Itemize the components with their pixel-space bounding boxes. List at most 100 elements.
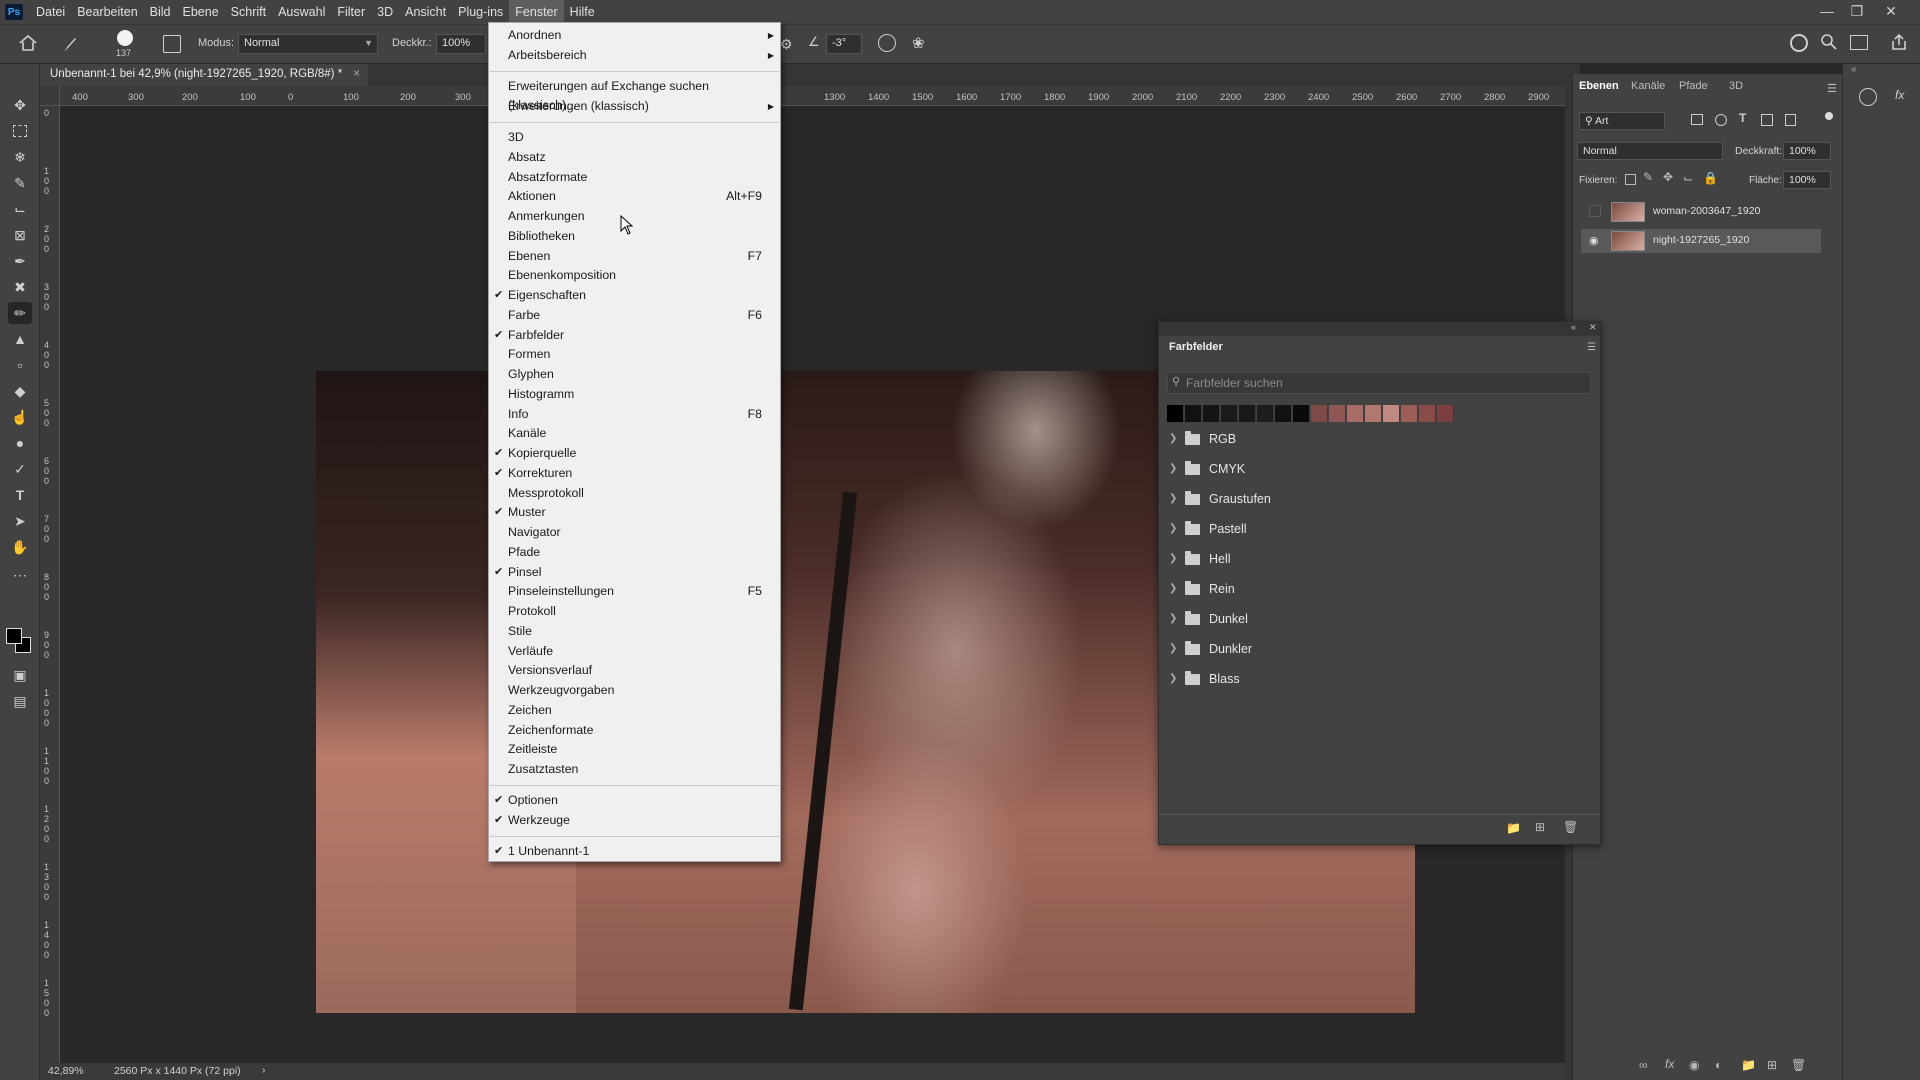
menu-auswahl[interactable]: Auswahl — [272, 0, 331, 24]
screen-mode-icon[interactable]: ▤ — [8, 690, 32, 712]
menu-item-protokoll[interactable]: Protokoll — [489, 602, 780, 621]
menu-item-absatzformate[interactable]: Absatzformate — [489, 168, 780, 187]
swatch-folder-pastell[interactable]: ❯ Pastell — [1165, 515, 1580, 545]
menu-item-korrekturen[interactable]: ✔ Korrekturen — [489, 464, 780, 483]
tab-ebenen[interactable]: Ebenen — [1579, 80, 1619, 92]
chevron-right-icon[interactable]: ❯ — [1169, 673, 1177, 684]
account-icon[interactable] — [1790, 34, 1808, 52]
quick-selection-tool-icon[interactable]: ✎ — [8, 172, 32, 194]
menu-item-zusatztasten[interactable]: Zusatztasten — [489, 760, 780, 779]
home-icon[interactable] — [18, 34, 38, 52]
pen-tool-icon[interactable]: ✓ — [8, 458, 32, 480]
tab-3d[interactable]: 3D — [1729, 80, 1743, 92]
menu-item-bibliotheken[interactable]: Bibliotheken — [489, 227, 780, 246]
menu-item-arbeitsbereich[interactable]: Arbeitsbereich ▶ — [489, 46, 780, 65]
swatches-search-input[interactable] — [1186, 375, 1584, 391]
color-swatch[interactable] — [1293, 405, 1310, 422]
menu-item-erweiterungen-auf-exchange-suchen-klassisch[interactable]: Erweiterungen auf Exchange suchen (klass… — [489, 77, 780, 112]
color-swatch[interactable] — [1401, 405, 1418, 422]
menu-item-verläufe[interactable]: Verläufe — [489, 642, 780, 661]
eraser-tool-icon[interactable]: ▫ — [8, 354, 32, 376]
filter-smartobject-icon[interactable] — [1785, 114, 1796, 126]
color-swatch[interactable] — [1185, 405, 1202, 422]
chevron-right-icon[interactable]: ❯ — [1169, 523, 1177, 534]
menu-item-messprotokoll[interactable]: Messprotokoll — [489, 484, 780, 503]
menu-item-glyphen[interactable]: Glyphen — [489, 365, 780, 384]
lasso-tool-icon[interactable]: ❄ — [8, 146, 32, 168]
swatch-folder-dunkel[interactable]: ❯ Dunkel — [1165, 605, 1580, 635]
menu-item-kanäle[interactable]: Kanäle — [489, 424, 780, 443]
menu-hilfe[interactable]: Hilfe — [564, 0, 601, 24]
search-icon[interactable] — [1820, 33, 1838, 54]
delete-layer-icon[interactable]: 🗑 — [1791, 1058, 1806, 1072]
lock-position-icon[interactable]: ✥ — [1663, 170, 1673, 184]
hand-tool-icon[interactable]: ✋ — [8, 536, 32, 558]
clone-stamp-tool-icon[interactable]: ▲ — [8, 328, 32, 350]
menu-item-versionsverlauf[interactable]: Versionsverlauf — [489, 661, 780, 680]
lock-artboard-icon[interactable]: ⌙ — [1683, 171, 1693, 185]
color-swatch[interactable] — [1167, 405, 1184, 422]
layer-row[interactable]: woman-2003647_1920 — [1581, 200, 1821, 224]
close-icon[interactable]: ✕ — [1589, 322, 1597, 333]
brush-tool-icon[interactable]: ✏ — [8, 302, 32, 324]
filter-type-icon[interactable]: T — [1739, 111, 1746, 125]
move-tool-icon[interactable]: ✥ — [8, 94, 32, 116]
brush-settings-icon[interactable] — [163, 35, 181, 53]
color-swatch[interactable] — [1221, 405, 1238, 422]
paint-bucket-tool-icon[interactable]: ◆ — [8, 380, 32, 402]
menu-item-zeichenformate[interactable]: Zeichenformate — [489, 721, 780, 740]
smudge-tool-icon[interactable]: ☝ — [8, 406, 32, 428]
chevron-right-icon[interactable]: ❯ — [1169, 583, 1177, 594]
swatch-folder-graustufen[interactable]: ❯ Graustufen — [1165, 485, 1580, 515]
menu-ansicht[interactable]: Ansicht — [399, 0, 452, 24]
menu-item-anordnen[interactable]: Anordnen ▶ — [489, 26, 780, 45]
airbrush-icon[interactable]: ⚙ — [780, 36, 796, 52]
lock-transparent-icon[interactable] — [1625, 174, 1636, 185]
menu-item-1-unbenannt-1[interactable]: ✔ 1 Unbenannt-1 — [489, 842, 780, 861]
color-swatch[interactable] — [1383, 405, 1400, 422]
marquee-tool-icon[interactable] — [8, 120, 32, 142]
visibility-eye-icon[interactable]: ◉ — [1589, 234, 1603, 247]
opacity-input[interactable]: 100% — [1783, 142, 1831, 160]
menu-item-muster[interactable]: ✔ Muster — [489, 503, 780, 522]
menu-item-pinsel[interactable]: ✔ Pinsel — [489, 563, 780, 582]
properties-icon[interactable] — [1859, 88, 1877, 106]
lock-pixels-icon[interactable]: ✎ — [1643, 170, 1653, 184]
pressure-opacity-icon[interactable] — [878, 34, 896, 52]
new-group-icon[interactable]: 📁 — [1741, 1058, 1756, 1072]
menu-item-optionen[interactable]: ✔ Optionen — [489, 791, 780, 810]
menu-datei[interactable]: Datei — [30, 0, 71, 24]
color-swatch[interactable] — [1257, 405, 1274, 422]
more-tools-icon[interactable]: ⋯ — [8, 564, 32, 586]
lock-all-icon[interactable]: 🔒 — [1703, 171, 1718, 185]
menu-item-werkzeugvorgaben[interactable]: Werkzeugvorgaben — [489, 681, 780, 700]
color-swatch[interactable] — [1275, 405, 1292, 422]
frame-tool-icon[interactable]: ⊠ — [8, 224, 32, 246]
document-tab[interactable]: Unbenannt-1 bei 42,9% (night-1927265_192… — [40, 64, 368, 86]
tab-pfade[interactable]: Pfade — [1679, 80, 1708, 92]
menu-filter[interactable]: Filter — [331, 0, 371, 24]
filter-pixel-icon[interactable] — [1691, 114, 1703, 125]
menu-item-absatz[interactable]: Absatz — [489, 148, 780, 167]
swatch-folder-dunkler[interactable]: ❯ Dunkler — [1165, 635, 1580, 665]
adjustment-layer-icon[interactable]: ◐ — [1715, 1058, 1722, 1072]
tab-kanäle[interactable]: Kanäle — [1631, 80, 1665, 92]
brush-tool-icon[interactable] — [60, 34, 80, 54]
restore-icon[interactable]: ❐ — [1842, 0, 1872, 24]
menu-item-pinseleinstellungen[interactable]: Pinseleinstellungen F5 — [489, 582, 780, 601]
color-swatch[interactable] — [1311, 405, 1328, 422]
menu-3d[interactable]: 3D — [371, 0, 399, 24]
menu-bild[interactable]: Bild — [144, 0, 177, 24]
color-swatch[interactable] — [1365, 405, 1382, 422]
menu-item-navigator[interactable]: Navigator — [489, 523, 780, 542]
color-swatch[interactable] — [1347, 405, 1364, 422]
menu-item-info[interactable]: Info F8 — [489, 405, 780, 424]
swatch-folder-rgb[interactable]: ❯ RGB — [1165, 425, 1580, 455]
menu-item-zeitleiste[interactable]: Zeitleiste — [489, 740, 780, 759]
quick-mask-icon[interactable]: ▣ — [8, 664, 32, 686]
swatch-folder-blass[interactable]: ❯ Blass — [1165, 665, 1580, 695]
deckkraft-select[interactable]: 100% — [436, 34, 486, 54]
menu-fenster[interactable]: Fenster — [509, 0, 564, 24]
new-swatch-icon[interactable]: ⊞ — [1535, 820, 1545, 834]
modus-select[interactable]: Normal ▼ — [238, 34, 378, 54]
